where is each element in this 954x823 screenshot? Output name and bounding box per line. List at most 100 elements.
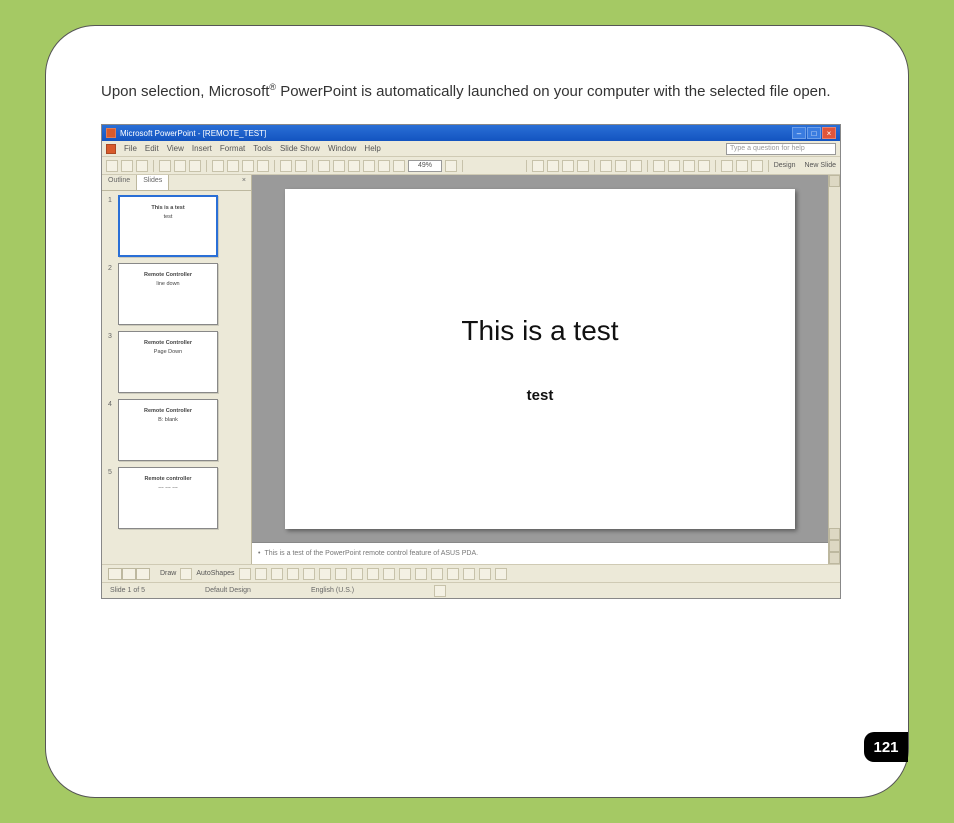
sorter-view-icon[interactable] [122,568,136,580]
vertical-scrollbar[interactable] [828,175,840,564]
new-icon[interactable] [106,160,118,172]
bullet-list-icon[interactable] [668,160,680,172]
help-question-input[interactable]: Type a question for help [726,143,836,155]
line-style-icon[interactable] [431,568,443,580]
standard-toolbar: 49% Design New Slide [102,157,840,175]
menu-insert[interactable]: Insert [192,144,212,153]
table-icon[interactable] [333,160,345,172]
line-color-icon[interactable] [399,568,411,580]
font-color2-icon[interactable] [415,568,427,580]
arrow-icon[interactable] [255,568,267,580]
hyperlink-icon[interactable] [363,160,375,172]
font-color-icon[interactable] [751,160,763,172]
thumb-title: Remote Controller [144,272,192,279]
line-icon[interactable] [239,568,251,580]
menu-tools[interactable]: Tools [253,144,272,153]
scroll-track[interactable] [829,187,840,528]
decrease-indent-icon[interactable] [721,160,733,172]
status-spell-icon[interactable] [434,585,446,597]
shadow-style-icon[interactable] [479,568,491,580]
normal-view-icon[interactable] [108,568,122,580]
panel-tabs: Outline Slides × [102,175,251,191]
slide-thumbnail[interactable]: Remote Controller line down [118,263,218,325]
rectangle-icon[interactable] [271,568,283,580]
align-left-icon[interactable] [600,160,612,172]
align-right-icon[interactable] [630,160,642,172]
slide-thumbnail[interactable]: Remote Controller Page Down [118,331,218,393]
redo-icon[interactable] [295,160,307,172]
wordart-icon[interactable] [319,568,331,580]
dash-style-icon[interactable] [447,568,459,580]
slide-thumbnail[interactable]: Remote controller --- --- --- [118,467,218,529]
increase-font-icon[interactable] [683,160,695,172]
tab-slides[interactable]: Slides [137,175,169,190]
menu-window[interactable]: Window [328,144,356,153]
zoom-box[interactable]: 49% [408,160,442,172]
thumb-number: 1 [108,195,114,257]
scroll-up-icon[interactable] [829,175,840,187]
expand-icon[interactable] [378,160,390,172]
help-icon[interactable] [445,160,457,172]
slide-thumbnail[interactable]: Remote Controller B: blank [118,399,218,461]
prev-slide-icon[interactable] [829,540,840,552]
increase-indent-icon[interactable] [736,160,748,172]
thumb-sub: test [164,214,173,221]
menu-slideshow[interactable]: Slide Show [280,144,320,153]
align-center-icon[interactable] [615,160,627,172]
save-icon[interactable] [136,160,148,172]
current-slide[interactable]: This is a test test [285,189,795,529]
paste-icon[interactable] [242,160,254,172]
page-number: 121 [873,739,898,756]
slide-thumbnail[interactable]: This is a test test [118,195,218,257]
menu-edit[interactable]: Edit [145,144,159,153]
draw-menu[interactable]: Draw [160,570,176,577]
grayscale-icon[interactable] [393,160,405,172]
menu-view[interactable]: View [167,144,184,153]
thumb-number: 3 [108,331,114,393]
arrow-style-icon[interactable] [463,568,475,580]
panel-close-icon[interactable]: × [237,175,251,190]
menu-file[interactable]: File [124,144,137,153]
thumb-title: Remote Controller [144,340,192,347]
slideshow-view-icon[interactable] [136,568,150,580]
picture-icon[interactable] [367,568,379,580]
menu-format[interactable]: Format [220,144,245,153]
decrease-font-icon[interactable] [698,160,710,172]
open-icon[interactable] [121,160,133,172]
menu-help[interactable]: Help [364,144,380,153]
format-painter-icon[interactable] [257,160,269,172]
tab-outline[interactable]: Outline [102,175,137,190]
preview-icon[interactable] [174,160,186,172]
textbox-icon[interactable] [303,568,315,580]
spell-icon[interactable] [189,160,201,172]
copy-icon[interactable] [227,160,239,172]
close-button[interactable]: × [822,127,836,139]
oval-icon[interactable] [287,568,299,580]
thumb-title: This is a test [151,205,184,212]
undo-icon[interactable] [280,160,292,172]
autoshapes-menu[interactable]: AutoShapes [196,570,234,577]
cut-icon[interactable] [212,160,224,172]
bold-icon[interactable] [532,160,544,172]
scroll-down-icon[interactable] [829,528,840,540]
maximize-button[interactable]: □ [807,127,821,139]
new-slide-link[interactable]: New Slide [804,162,836,169]
shadow-icon[interactable] [577,160,589,172]
diagram-icon[interactable] [335,568,347,580]
design-link[interactable]: Design [774,162,796,169]
thumb-title: Remote Controller [144,408,192,415]
italic-icon[interactable] [547,160,559,172]
next-slide-icon[interactable] [829,552,840,564]
select-icon[interactable] [180,568,192,580]
notes-pane[interactable]: • This is a test of the PowerPoint remot… [252,542,828,564]
numbered-list-icon[interactable] [653,160,665,172]
chart-icon[interactable] [318,160,330,172]
minimize-button[interactable]: – [792,127,806,139]
3d-style-icon[interactable] [495,568,507,580]
fill-color-icon[interactable] [383,568,395,580]
clipart-icon[interactable] [351,568,363,580]
thumb-number: 5 [108,467,114,529]
print-icon[interactable] [159,160,171,172]
tables-borders-icon[interactable] [348,160,360,172]
underline-icon[interactable] [562,160,574,172]
